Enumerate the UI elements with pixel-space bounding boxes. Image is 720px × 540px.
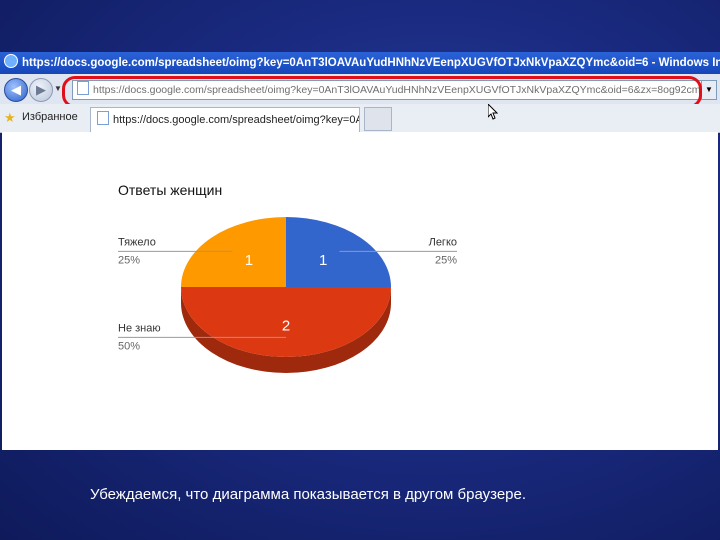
address-url: https://docs.google.com/spreadsheet/oimg… xyxy=(93,84,702,96)
forward-button[interactable]: ▶ xyxy=(29,78,53,102)
pie-category-label-2: Тяжело xyxy=(118,236,156,248)
pie-value-label-0: 1 xyxy=(319,252,327,269)
browser-tab[interactable]: https://docs.google.com/spreadsheet/oimg… xyxy=(90,107,360,132)
pie-percent-label-1: 50% xyxy=(118,340,140,352)
mouse-cursor-icon xyxy=(488,104,498,120)
pie-slice-2 xyxy=(181,217,286,287)
address-dropdown-icon[interactable]: ▼ xyxy=(701,80,717,100)
pie-value-label-1: 2 xyxy=(282,318,290,335)
window-title-bar: https://docs.google.com/spreadsheet/oimg… xyxy=(0,52,720,74)
favorites-bar: ★ Избранное https://docs.google.com/spre… xyxy=(0,104,720,133)
pie-category-label-0: Легко xyxy=(429,236,457,248)
tab-page-icon xyxy=(97,111,109,125)
ie-icon xyxy=(4,54,18,68)
history-dropdown-icon[interactable]: ▼ xyxy=(54,84,62,93)
pie-value-label-2: 1 xyxy=(245,252,253,269)
new-tab-button[interactable] xyxy=(364,107,392,131)
pie-chart: 1 Легко 25% 2 Не знаю 50% 1 Тяжело 25% xyxy=(118,217,457,373)
navigation-bar: ◀ ▶ ▼ https://docs.google.com/spreadshee… xyxy=(0,74,720,105)
slide: { "window": { "title": "https://docs.goo… xyxy=(0,0,720,540)
slide-caption: Убеждаемся, что диаграмма показывается в… xyxy=(90,486,527,503)
page-content: Ответы женщин 1 Легко 25% 2 Не знаю 50% 1 Тяжел… xyxy=(2,132,718,450)
page-icon xyxy=(77,81,89,95)
window-title: https://docs.google.com/spreadsheet/oimg… xyxy=(22,57,720,69)
pie-category-label-1: Не знаю xyxy=(118,322,161,334)
back-button[interactable]: ◀ xyxy=(4,78,28,102)
pie-percent-label-2: 25% xyxy=(118,254,140,266)
address-bar[interactable]: https://docs.google.com/spreadsheet/oimg… xyxy=(72,80,702,100)
tab-label: https://docs.google.com/spreadsheet/oimg… xyxy=(113,114,360,126)
favorites-star-icon[interactable]: ★ xyxy=(4,110,16,126)
pie-percent-label-0: 25% xyxy=(435,254,457,266)
favorites-label[interactable]: Избранное xyxy=(22,111,78,123)
pie-slice-0 xyxy=(286,217,391,287)
